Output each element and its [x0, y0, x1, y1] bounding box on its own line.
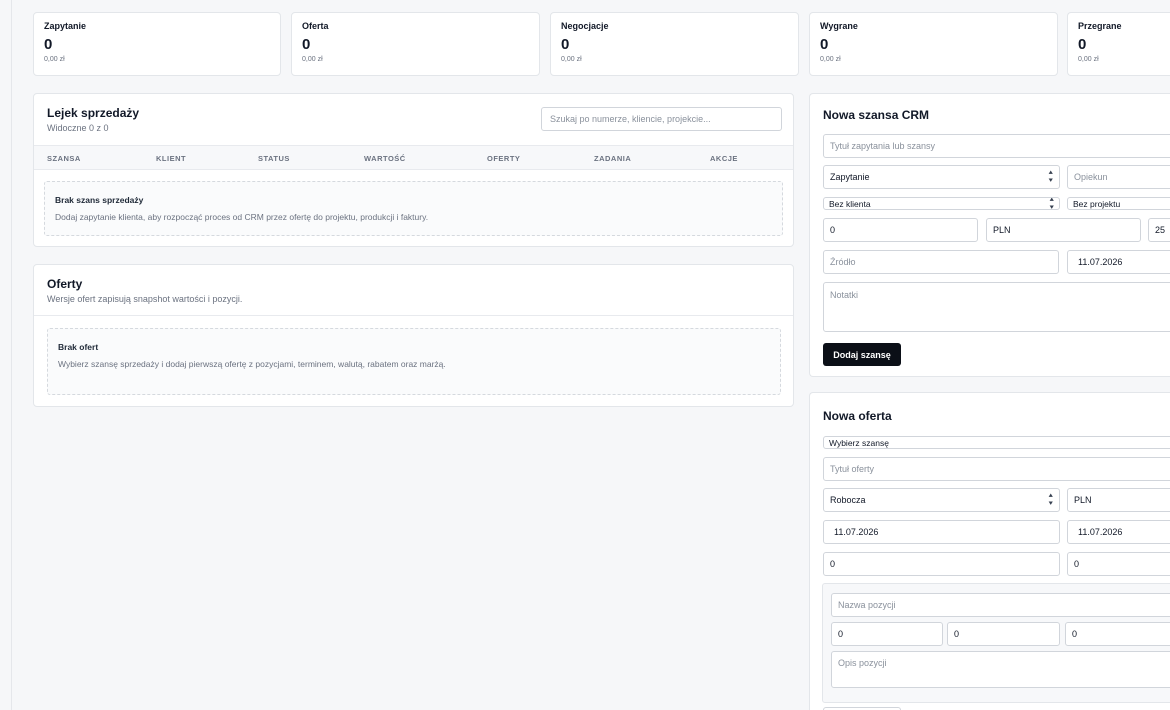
- offer-status-select[interactable]: Robocza ▴ ▾: [823, 488, 1060, 512]
- stat-card-negotiation: Negocjacje 0 0,00 zł: [550, 12, 799, 76]
- pipeline-table-header: SZANSA KLIENT STATUS WARTOŚĆ OFERTY ZADA…: [34, 145, 793, 170]
- offer-date-from-input[interactable]: 11.07.2026: [823, 520, 1060, 544]
- stat-amount: 0,00 zł: [561, 56, 582, 63]
- pipeline-search-input[interactable]: [541, 107, 782, 131]
- new-opportunity-card: Nowa szansa CRM Tytuł zapytania lub szan…: [809, 93, 1170, 377]
- column-header[interactable]: AKCJE: [710, 154, 738, 163]
- item-quantity-input[interactable]: 0: [831, 622, 943, 646]
- chevron-updown-icon: ▴ ▾: [1049, 169, 1054, 184]
- offer-discount-input[interactable]: 0: [823, 552, 1060, 576]
- empty-text: Dodaj zapytanie klienta, aby rozpocząć p…: [55, 212, 429, 222]
- divider: [34, 315, 793, 316]
- stat-amount: 0,00 zł: [302, 56, 323, 63]
- offers-empty-state: Brak ofert Wybierz szansę sprzedaży i do…: [47, 328, 781, 395]
- offer-currency-input[interactable]: PLN: [1067, 488, 1170, 512]
- column-header[interactable]: KLIENT: [156, 154, 186, 163]
- column-header[interactable]: SZANSA: [47, 154, 81, 163]
- stat-label: Zapytanie: [44, 21, 87, 31]
- item-name-input[interactable]: Nazwa pozycji: [831, 593, 1170, 617]
- pipeline-empty-state: Brak szans sprzedaży Dodaj zapytanie kli…: [44, 181, 783, 236]
- project-value: Bez projektu: [1073, 198, 1121, 209]
- chevron-updown-icon: ▴ ▾: [1049, 492, 1054, 507]
- offer-item-panel: Nazwa pozycji 0 0 0 Opis pozycji: [822, 583, 1170, 703]
- client-value: Bez klienta: [829, 198, 871, 209]
- stat-amount: 0,00 zł: [1078, 56, 1099, 63]
- stat-card-lost: Przegrane 0 0,00 zł: [1067, 12, 1170, 76]
- chevron-updown-icon: ▴ ▾: [1050, 197, 1055, 210]
- stat-card-won: Wygrane 0 0,00 zł: [809, 12, 1058, 76]
- pipeline-card: Lejek sprzedaży Widoczne 0 z 0 SZANSA KL…: [33, 93, 794, 247]
- stat-count: 0: [820, 36, 829, 53]
- item-description-textarea[interactable]: Opis pozycji: [831, 651, 1170, 688]
- empty-text: Wybierz szansę sprzedaży i dodaj pierwsz…: [58, 359, 446, 369]
- stage-value: Zapytanie: [830, 172, 870, 182]
- source-input[interactable]: Źródło: [823, 250, 1059, 274]
- empty-title: Brak szans sprzedaży: [55, 195, 144, 205]
- pipeline-title: Lejek sprzedaży: [47, 106, 140, 120]
- opportunity-title-input[interactable]: Tytuł zapytania lub szansy: [823, 134, 1170, 158]
- new-offer-title: Nowa oferta: [823, 409, 892, 423]
- project-select[interactable]: Bez projektu: [1067, 197, 1170, 210]
- stat-count: 0: [561, 36, 570, 53]
- stat-count: 0: [44, 36, 53, 53]
- offer-opportunity-select[interactable]: Wybierz szansę: [823, 436, 1170, 449]
- offer-date-to-input[interactable]: 11.07.2026: [1067, 520, 1170, 544]
- notes-textarea[interactable]: Notatki: [823, 282, 1170, 332]
- sidebar-edge: [11, 0, 12, 710]
- value-input[interactable]: 0: [823, 218, 978, 242]
- column-header[interactable]: WARTOŚĆ: [364, 154, 406, 163]
- stat-card-offer: Oferta 0 0,00 zł: [291, 12, 540, 76]
- offer-status-value: Robocza: [830, 495, 866, 505]
- add-opportunity-button[interactable]: Dodaj szansę: [823, 343, 901, 366]
- offer-title-input[interactable]: Tytuł oferty: [823, 457, 1170, 481]
- offer-opportunity-value: Wybierz szansę: [829, 437, 889, 448]
- item-price-input[interactable]: 0: [947, 622, 1060, 646]
- item-vat-input[interactable]: 0: [1065, 622, 1170, 646]
- stat-label: Negocjacje: [561, 21, 609, 31]
- stat-label: Oferta: [302, 21, 329, 31]
- column-header[interactable]: ZADANIA: [594, 154, 631, 163]
- currency-input[interactable]: PLN: [986, 218, 1141, 242]
- offers-title: Oferty: [47, 277, 83, 291]
- stage-select[interactable]: Zapytanie ▴ ▾: [823, 165, 1060, 189]
- column-header[interactable]: STATUS: [258, 154, 290, 163]
- stat-amount: 0,00 zł: [44, 56, 65, 63]
- stat-amount: 0,00 zł: [820, 56, 841, 63]
- stat-count: 0: [1078, 36, 1087, 53]
- stat-count: 0: [302, 36, 311, 53]
- empty-title: Brak ofert: [58, 342, 99, 352]
- stat-label: Przegrane: [1078, 21, 1122, 31]
- column-header[interactable]: OFERTY: [487, 154, 520, 163]
- date-input[interactable]: 11.07.2026: [1067, 250, 1170, 274]
- client-select[interactable]: Bez klienta ▴ ▾: [823, 197, 1060, 210]
- stat-card-inquiry: Zapytanie 0 0,00 zł: [33, 12, 281, 76]
- offers-card: Oferty Wersje ofert zapisują snapshot wa…: [33, 264, 794, 407]
- offers-subtitle: Wersje ofert zapisują snapshot wartości …: [47, 294, 243, 304]
- offer-margin-input[interactable]: 0: [1067, 552, 1170, 576]
- new-offer-card: Nowa oferta Wybierz szansę Tytuł oferty …: [809, 392, 1170, 710]
- owner-input[interactable]: Opiekun: [1067, 165, 1170, 189]
- probability-input[interactable]: 25: [1148, 218, 1170, 242]
- stat-label: Wygrane: [820, 21, 858, 31]
- new-opportunity-title: Nowa szansa CRM: [823, 108, 930, 122]
- pipeline-subtitle: Widoczne 0 z 0: [47, 123, 109, 133]
